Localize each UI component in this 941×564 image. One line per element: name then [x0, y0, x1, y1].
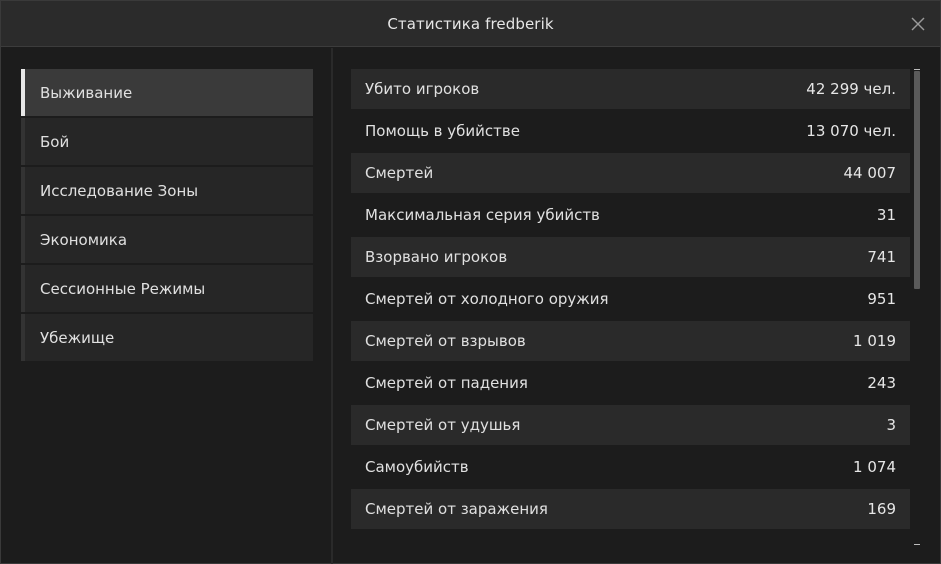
stat-row: Смертей от холодного оружия 951: [351, 279, 910, 319]
sidebar-item-label: Выживание: [40, 83, 133, 102]
stat-value: 1 074: [853, 458, 896, 476]
statistics-window: Статистика fredberik Выживание Бой Исследо…: [0, 0, 941, 564]
stat-label: Помощь в убийстве: [365, 122, 520, 140]
sidebar-item-label: Убежище: [40, 328, 115, 347]
stat-label: Убито игроков: [365, 80, 480, 98]
stat-row: Убито игроков 42 299 чел.: [351, 69, 910, 109]
sidebar-item-label: Экономика: [40, 230, 128, 249]
stat-value: 44 007: [843, 164, 897, 182]
stat-value: 13 070 чел.: [806, 122, 896, 140]
stat-row: Смертей от заражения 169: [351, 489, 910, 529]
stat-value: 3: [886, 416, 896, 434]
stat-value: 31: [876, 206, 896, 224]
sidebar-item[interactable]: Убежище: [21, 314, 313, 361]
stat-label: Смертей от взрывов: [365, 332, 526, 350]
stat-label: Смертей от заражения: [365, 500, 548, 518]
sidebar-item[interactable]: Сессионные Режимы: [21, 265, 313, 312]
stat-label: Смертей: [365, 164, 434, 182]
scrollbar-top-cap: [914, 69, 920, 70]
sidebar-item[interactable]: Исследование Зоны: [21, 167, 313, 214]
stat-row: Смертей от удушья 3: [351, 405, 910, 445]
stat-row: Помощь в убийстве 13 070 чел.: [351, 111, 910, 151]
stat-value: 1 019: [853, 332, 896, 350]
stat-row: Самоубийств 1 074: [351, 447, 910, 487]
stat-value: 42 299 чел.: [806, 80, 896, 98]
stat-label: Смертей от удушья: [365, 416, 521, 434]
stat-label: Смертей от падения: [365, 374, 528, 392]
stat-row: Смертей от падения 243: [351, 363, 910, 403]
sidebar-item[interactable]: Экономика: [21, 216, 313, 263]
stat-row: Взорвано игроков 741: [351, 237, 910, 277]
title-bar: Статистика fredberik: [1, 1, 940, 47]
scrollbar-thumb[interactable]: [914, 71, 920, 289]
stat-value: 243: [867, 374, 896, 392]
window-title: Статистика fredberik: [387, 14, 554, 33]
sidebar-item-label: Сессионные Режимы: [40, 279, 206, 298]
stat-value: 741: [867, 248, 896, 266]
panel-divider: [331, 48, 333, 564]
sidebar-item[interactable]: Бой: [21, 118, 313, 165]
scrollbar[interactable]: [914, 69, 920, 545]
stat-label: Максимальная серия убийств: [365, 206, 600, 224]
close-button[interactable]: [908, 14, 928, 34]
stat-row: Смертей от взрывов 1 019: [351, 321, 910, 361]
stat-label: Самоубийств: [365, 458, 469, 476]
stat-label: Взорвано игроков: [365, 248, 508, 266]
stat-value: 169: [867, 500, 896, 518]
close-icon: [911, 17, 925, 31]
stats-list: Убито игроков 42 299 чел. Помощь в убийств…: [351, 69, 910, 543]
sidebar-item-label: Бой: [40, 132, 70, 151]
stat-row: Смертей 44 007: [351, 153, 910, 193]
scrollbar-bottom-cap: [914, 544, 920, 545]
stat-row: Максимальная серия убийств 31: [351, 195, 910, 235]
stat-value: 951: [867, 290, 896, 308]
stat-label: Смертей от холодного оружия: [365, 290, 609, 308]
sidebar-item-label: Исследование Зоны: [40, 181, 199, 200]
sidebar-item[interactable]: Выживание: [21, 69, 313, 116]
category-sidebar: Выживание Бой Исследование Зоны Экономика Се…: [21, 69, 313, 363]
